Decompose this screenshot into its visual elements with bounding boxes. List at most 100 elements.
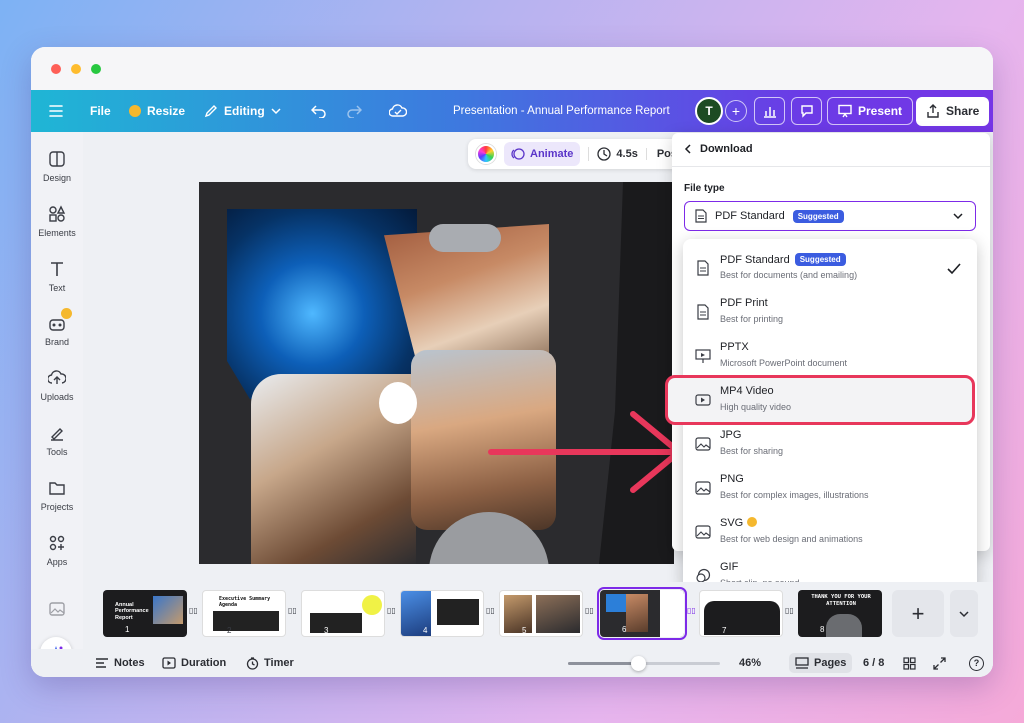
add-collaborator-button[interactable]: +	[725, 100, 747, 122]
page-thumbnail[interactable]: 5	[499, 590, 583, 637]
clock-icon	[597, 147, 612, 161]
timer-button[interactable]: Timer	[246, 649, 294, 677]
undo-button[interactable]	[311, 90, 327, 132]
help-button[interactable]: ?	[969, 649, 984, 677]
hamburger-icon	[49, 105, 63, 117]
timing-button[interactable]: 4.5s	[588, 147, 638, 161]
sidebar-item-projects[interactable]: Projects	[31, 479, 83, 512]
fullscreen-button[interactable]	[933, 649, 946, 677]
pages-button[interactable]: Pages	[789, 649, 853, 677]
menu-button[interactable]	[49, 90, 63, 132]
sidebar-item-text[interactable]: Text	[31, 260, 83, 293]
option-pdf-print[interactable]: PDF Print Best for printing	[683, 291, 977, 335]
transition-button[interactable]: ▯▯	[486, 606, 495, 615]
help-icon: ?	[969, 655, 984, 671]
sidebar-item-tools[interactable]: Tools	[31, 424, 83, 457]
zoom-value: 46%	[739, 657, 762, 669]
animate-icon	[511, 148, 525, 160]
transition-button[interactable]: ▯▯	[585, 606, 594, 615]
timer-icon	[246, 656, 259, 670]
transition-button[interactable]: ▯▯	[189, 606, 199, 620]
option-description: Best for complex images, illustrations	[720, 490, 869, 500]
thumbnail-image	[626, 594, 648, 632]
option-pdf-standard[interactable]: PDF Standard Suggested Best for documents…	[683, 247, 977, 291]
option-jpg[interactable]: JPG Best for sharing	[683, 423, 977, 467]
file-type-select[interactable]: PDF Standard Suggested	[684, 201, 976, 231]
editing-mode-button[interactable]: Editing	[204, 90, 281, 132]
color-picker-button[interactable]	[476, 144, 496, 164]
thumbnail-image	[153, 596, 183, 624]
image-icon	[49, 602, 65, 616]
page-thumbnail[interactable]: Executive Summary Agenda 2	[202, 590, 286, 637]
redo-button[interactable]	[346, 90, 362, 132]
notes-icon	[96, 658, 108, 668]
selected-file-type: PDF Standard	[715, 210, 785, 222]
sidebar-item-label: Brand	[44, 337, 70, 347]
option-name: PDF Standard	[720, 254, 790, 266]
option-description: High quality video	[720, 402, 792, 412]
share-icon	[927, 104, 939, 118]
duration-button[interactable]: Duration	[162, 649, 226, 677]
share-button[interactable]: Share	[916, 90, 990, 132]
status-footer: Notes Duration Timer 46% Pages 6 / 8 ?	[31, 649, 993, 677]
download-back-button[interactable]: Download	[684, 143, 753, 155]
zoom-level[interactable]: 46%	[739, 649, 761, 677]
notes-button[interactable]: Notes	[95, 649, 145, 677]
sidebar-item-uploads[interactable]: Uploads	[31, 369, 83, 402]
animate-label: Animate	[530, 148, 574, 160]
sidebar-item-brand[interactable]: Brand	[31, 308, 83, 347]
page-thumbnail[interactable]: THANK YOU FOR YOUR ATTENTION 8	[798, 590, 882, 637]
file-menu[interactable]: File	[90, 90, 111, 132]
insights-button[interactable]	[754, 90, 785, 132]
minimize-window-button[interactable]	[71, 64, 81, 74]
chevron-left-icon	[684, 144, 691, 154]
page-thumbnail-active[interactable]: 6	[597, 587, 687, 640]
shape-decoration	[379, 382, 417, 424]
grid-view-button[interactable]	[903, 649, 916, 677]
shape-decoration	[599, 182, 674, 564]
document-title[interactable]: Presentation - Annual Performance Report	[453, 90, 670, 132]
sidebar-item-label: Uploads	[40, 392, 74, 402]
sidebar-item-elements[interactable]: Elements	[31, 205, 83, 238]
sidebar-item-design[interactable]: Design	[31, 150, 83, 183]
page-thumbnail[interactable]: 7	[699, 590, 783, 637]
crown-badge-icon	[61, 308, 72, 319]
sidebar-item-apps[interactable]: Apps	[31, 534, 83, 567]
transition-button[interactable]: ▯▯	[387, 606, 396, 615]
maximize-window-button[interactable]	[91, 64, 101, 74]
slide-canvas[interactable]	[199, 182, 674, 564]
zoom-slider[interactable]	[568, 656, 720, 671]
thumbnail-title: THANK YOU FOR YOUR ATTENTION	[811, 594, 871, 607]
zoom-slider-thumb[interactable]	[631, 656, 646, 671]
option-description: Best for sharing	[720, 446, 784, 456]
add-page-button[interactable]: +	[892, 590, 944, 637]
option-mp4-video[interactable]: MP4 Video High quality video	[665, 375, 977, 425]
page-thumbnail[interactable]: 4	[400, 590, 484, 637]
option-description: Best for documents (and emailing)	[720, 270, 858, 280]
save-status[interactable]	[389, 90, 407, 132]
file-label: File	[90, 104, 111, 118]
page-thumbnail[interactable]: Annual Performance Report 1	[103, 590, 187, 637]
transition-button[interactable]: ▯▯	[785, 606, 794, 615]
option-png[interactable]: PNG Best for complex images, illustratio…	[683, 467, 977, 511]
close-window-button[interactable]	[51, 64, 61, 74]
resize-button[interactable]: Resize	[129, 90, 185, 132]
share-label: Share	[946, 104, 980, 118]
sidebar-item-photos[interactable]	[31, 600, 83, 618]
avatar-letter: T	[705, 104, 713, 118]
option-svg[interactable]: SVG Best for web design and animations	[683, 511, 977, 555]
expand-pages-button[interactable]	[950, 590, 978, 637]
present-button[interactable]: Present	[827, 90, 914, 132]
duration-label: 4.5s	[616, 148, 638, 160]
comment-icon	[800, 105, 813, 118]
comments-button[interactable]	[791, 90, 822, 132]
expand-icon	[933, 656, 946, 670]
transition-button[interactable]: ▯▯	[687, 606, 696, 615]
page-thumbnail[interactable]: 3	[301, 590, 385, 637]
tools-icon	[51, 428, 63, 441]
avatar[interactable]: T	[695, 97, 723, 125]
option-pptx[interactable]: PPTX Microsoft PowerPoint document	[683, 335, 977, 379]
page-number: 1	[125, 625, 130, 634]
animate-button[interactable]: Animate	[504, 142, 581, 166]
transition-button[interactable]: ▯▯	[288, 606, 297, 615]
